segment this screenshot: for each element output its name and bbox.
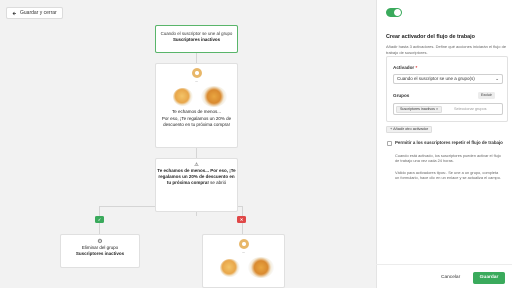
groups-placeholder: Seleccionar grupos — [454, 106, 487, 111]
trigger-label: Activador * — [393, 65, 418, 70]
condition-email: Te echamos de menos... Por eso, ¡Te rega… — [156, 168, 237, 186]
close-icon[interactable]: × — [436, 107, 438, 111]
connector — [196, 148, 197, 158]
trigger-step[interactable]: Cuando el suscriptor se une al grupo Sus… — [155, 25, 238, 53]
repeat-description-2: Válido para activadores tipos:. Se une a… — [395, 170, 501, 181]
add-trigger-button[interactable]: + Añadir otro activador — [386, 126, 433, 133]
email-image — [161, 85, 232, 107]
save-and-close-label: Guardar y cerrar — [20, 10, 57, 16]
panel-footer-divider — [376, 264, 512, 265]
repeat-label: Permitir a los suscriptores repetir el f… — [395, 140, 503, 145]
brand-logo — [191, 68, 202, 78]
yes-branch-badge: ✓ — [95, 216, 104, 223]
connector — [196, 212, 197, 216]
selected-group-label: Suscriptores inactivos — [400, 107, 435, 111]
repeat-description: Cuando está activado, los suscriptores p… — [395, 153, 501, 164]
groups-label: Grupos — [393, 93, 410, 98]
check-icon: ✓ — [97, 217, 102, 222]
email-step-2[interactable]: — — [202, 234, 285, 288]
repeat-checkbox[interactable] — [387, 141, 392, 146]
chevron-down-icon: ⌄ — [495, 76, 499, 81]
trigger-select[interactable]: Cuando el suscriptor se une a grupo(s) ⌄ — [393, 74, 503, 84]
condition-step[interactable]: ⚠ Te echamos de menos... Por eso, ¡Te re… — [155, 158, 238, 212]
groups-multiselect[interactable]: Suscriptores inactivos × Seleccionar gru… — [393, 103, 503, 115]
connector — [196, 53, 197, 63]
selected-group-chip[interactable]: Suscriptores inactivos × — [396, 106, 443, 113]
email-line2: Por eso, ¡Te regalamos un 20% de descuen… — [161, 116, 232, 128]
save-button[interactable]: Guardar — [473, 272, 505, 284]
remove-action-group: Suscriptores inactivos — [75, 251, 125, 256]
workflow-toggle[interactable] — [386, 8, 402, 17]
x-icon: ✕ — [239, 217, 244, 222]
trigger-group: Suscriptores inactivos — [172, 37, 221, 42]
exclude-button[interactable]: Excluir — [478, 92, 495, 99]
condition-suffix: se abrió — [210, 180, 227, 185]
workflow-canvas[interactable]: Guardar y cerrar Cuando el suscriptor se… — [0, 0, 376, 288]
condition-line1: Te echamos de menos... — [157, 168, 209, 173]
no-branch-badge: ✕ — [237, 216, 246, 223]
email-line1: Te echamos de menos... — [171, 109, 222, 114]
email-step[interactable]: — Te echamos de menos... Por eso, ¡Te re… — [155, 63, 238, 148]
brand-logo — [238, 239, 249, 249]
email-preview-heading: — — [195, 80, 198, 83]
trigger-select-value: Cuando el suscriptor se une a grupo(s) — [397, 76, 475, 81]
remove-from-group-step[interactable]: ⚙ Eliminar del grupo Suscriptores inacti… — [60, 234, 140, 268]
panel-description: Añadir hasta 3 activadores. Define qué a… — [386, 44, 507, 55]
email-image — [208, 256, 279, 278]
save-and-close-button[interactable]: Guardar y cerrar — [6, 7, 63, 19]
cancel-button[interactable]: Cancelar — [436, 273, 465, 283]
panel-title: Crear activador del flujo de trabajo — [386, 34, 475, 40]
arrow-left-icon — [12, 11, 16, 15]
email-preview-heading: — — [242, 251, 245, 254]
